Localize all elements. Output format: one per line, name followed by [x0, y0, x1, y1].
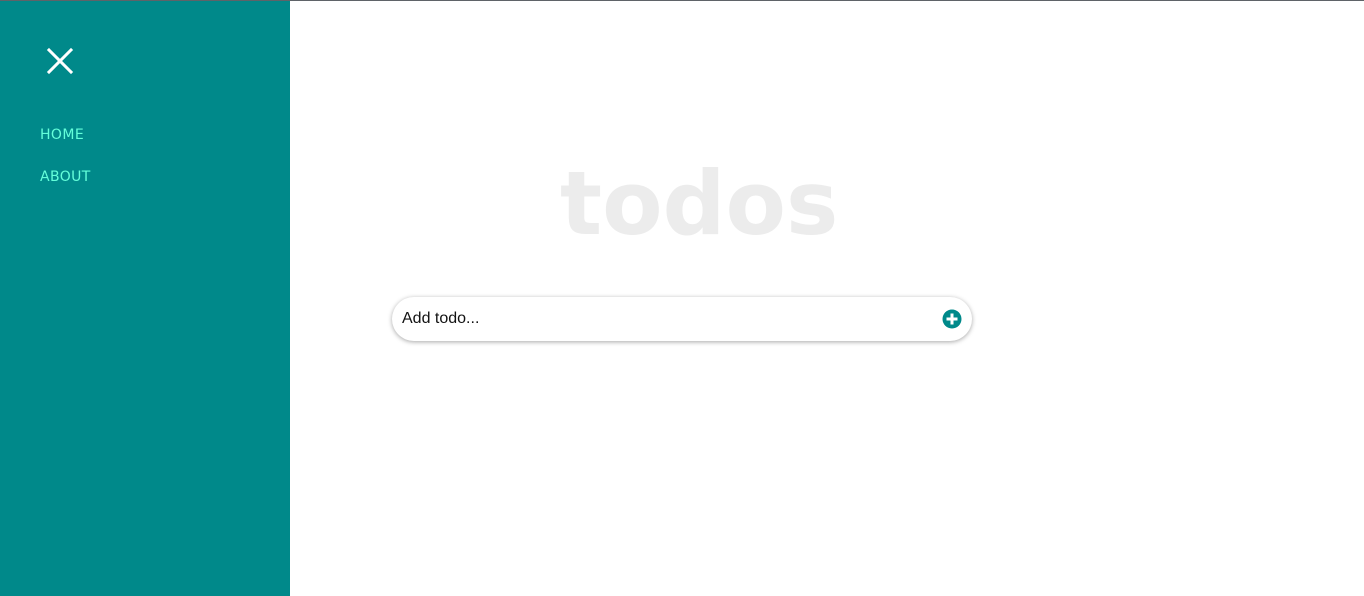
close-sidebar-button[interactable]	[44, 45, 76, 77]
add-todo-button[interactable]	[942, 309, 962, 329]
sidebar-nav: HOME ABOUT	[40, 125, 91, 209]
main-content: todos	[290, 1, 1364, 596]
close-icon	[46, 47, 74, 75]
add-todo-form	[392, 297, 972, 341]
nav-item-about: ABOUT	[40, 167, 91, 209]
nav-link-home[interactable]: HOME	[40, 125, 84, 145]
sidebar: HOME ABOUT	[0, 1, 290, 596]
page-title: todos	[560, 152, 839, 255]
plus-circle-icon	[942, 309, 962, 329]
nav-item-home: HOME	[40, 125, 91, 167]
nav-link-about[interactable]: ABOUT	[40, 167, 91, 187]
todo-input[interactable]	[402, 297, 922, 341]
